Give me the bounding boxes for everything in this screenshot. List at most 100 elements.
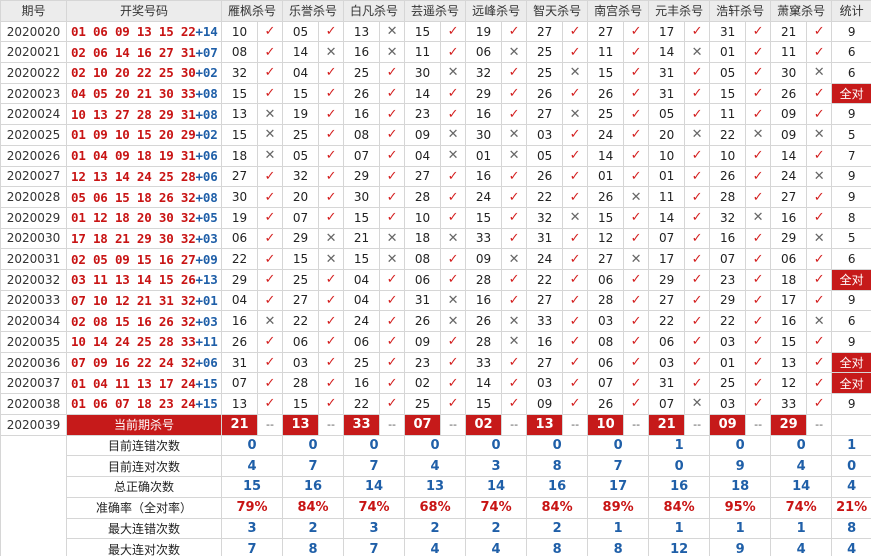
kill-number: 14 bbox=[587, 144, 625, 167]
check-icon: ✓ bbox=[379, 351, 406, 374]
check-icon: ✓ bbox=[806, 41, 833, 64]
kill-number: 13 bbox=[221, 393, 258, 415]
kill-number: 29 bbox=[343, 165, 381, 188]
stats-value: 4 bbox=[404, 455, 467, 478]
stats-value: 1 bbox=[587, 517, 650, 540]
stats-value: 2 bbox=[526, 517, 589, 540]
check-icon: ✓ bbox=[440, 331, 467, 353]
table-row: 2020038 01 06 07 18 23 24+15 13 ✓ 15 ✓ 22 ✓ 25 ✓ 1… bbox=[0, 393, 871, 415]
table-row: 2020025 01 09 10 15 20 29+02 15 ✕ 25 ✓ 08 ✓ 09 ✕ 3… bbox=[0, 124, 871, 146]
kill-number: 25 bbox=[343, 351, 381, 374]
stats-value: 3 bbox=[343, 517, 406, 540]
stats-spacer bbox=[0, 476, 67, 498]
kill-number: 03 bbox=[709, 393, 747, 415]
cross-icon: ✕ bbox=[806, 165, 833, 188]
blue-ball: +14 bbox=[195, 24, 218, 40]
red-balls: 03 11 13 14 15 26 bbox=[71, 272, 196, 288]
check-icon: ✓ bbox=[684, 268, 711, 291]
cross-icon: ✕ bbox=[256, 103, 284, 126]
kill-number: 30 bbox=[465, 124, 503, 146]
stats-value: 0 bbox=[709, 434, 772, 457]
kill-number: 25 bbox=[282, 268, 320, 291]
kill-number: 05 bbox=[526, 144, 564, 167]
kill-number: 03 bbox=[587, 310, 625, 332]
header-expert: 乐誉杀号 bbox=[282, 0, 345, 22]
check-icon: ✓ bbox=[379, 289, 406, 312]
stats-value: 2 bbox=[465, 517, 528, 540]
stats-value: 89% bbox=[587, 496, 650, 519]
issue-number: 2020029 bbox=[0, 206, 67, 229]
check-icon: ✓ bbox=[501, 351, 528, 374]
header-issue: 期号 bbox=[0, 0, 67, 22]
check-icon: ✓ bbox=[623, 289, 650, 312]
kill-number: 07 bbox=[648, 227, 686, 250]
blue-ball: +08 bbox=[195, 189, 218, 205]
winning-numbers: 03 11 13 14 15 26+13 bbox=[66, 268, 222, 291]
stats-value: 84% bbox=[526, 496, 589, 519]
table-row: 2020033 07 10 12 21 31 32+01 04 ✓ 27 ✓ 04 ✓ 31 ✕ 1… bbox=[0, 289, 871, 312]
stats-value: 0 bbox=[220, 434, 284, 457]
check-icon: ✓ bbox=[256, 62, 284, 84]
issue-number: 2020032 bbox=[0, 268, 67, 291]
cross-icon: ✕ bbox=[256, 310, 284, 332]
check-icon: ✓ bbox=[806, 331, 833, 353]
kill-number: 25 bbox=[587, 103, 625, 126]
check-icon: ✓ bbox=[562, 82, 589, 105]
issue-number: 2020023 bbox=[0, 82, 67, 105]
winning-numbers: 17 18 21 29 30 32+03 bbox=[66, 227, 222, 250]
cross-icon: ✕ bbox=[501, 144, 528, 167]
kill-number: 25 bbox=[343, 62, 381, 84]
check-icon: ✓ bbox=[318, 372, 345, 395]
kill-number: 20 bbox=[282, 186, 320, 208]
issue-number: 2020035 bbox=[0, 331, 67, 353]
kill-number: 31 bbox=[221, 351, 258, 374]
kill-number: 01 bbox=[648, 165, 686, 188]
cross-icon: ✕ bbox=[806, 227, 833, 250]
kill-number: 15 bbox=[465, 393, 503, 415]
stats-row: 总正确次数 15 16 14 13 14 16 17 16 18 14 4 bbox=[0, 476, 871, 498]
stats-value: 0 bbox=[404, 434, 467, 457]
kill-number: 05 bbox=[648, 103, 686, 126]
current-kill-number: 07 bbox=[404, 413, 442, 436]
header-expert: 元丰杀号 bbox=[648, 0, 711, 22]
check-icon: ✓ bbox=[562, 289, 589, 312]
row-total: 6 bbox=[831, 248, 871, 270]
cross-icon: ✕ bbox=[440, 289, 467, 312]
kill-number: 32 bbox=[526, 206, 564, 229]
kill-number: 07 bbox=[343, 144, 381, 167]
stats-label: 目前连错次数 bbox=[66, 434, 222, 457]
check-icon: ✓ bbox=[623, 41, 650, 64]
kill-number: 22 bbox=[343, 393, 381, 415]
stats-value: 7 bbox=[220, 538, 284, 556]
check-icon: ✓ bbox=[379, 186, 406, 208]
kill-number: 31 bbox=[648, 82, 686, 105]
kill-number: 18 bbox=[770, 268, 808, 291]
stats-value: 84% bbox=[648, 496, 711, 519]
blue-ball: +08 bbox=[195, 86, 218, 102]
check-icon: ✓ bbox=[562, 144, 589, 167]
stats-row: 最大连错次数 3 2 3 2 2 2 1 1 1 1 8 bbox=[0, 517, 871, 540]
table-row: 2020030 17 18 21 29 30 32+03 06 ✓ 29 ✕ 21 ✕ 18 ✕ 3… bbox=[0, 227, 871, 250]
kill-number: 08 bbox=[343, 124, 381, 146]
kill-number: 26 bbox=[770, 82, 808, 105]
check-icon: ✓ bbox=[318, 351, 345, 374]
red-balls: 02 08 15 16 26 32 bbox=[71, 313, 196, 329]
red-balls: 01 04 11 13 17 24 bbox=[71, 375, 196, 391]
kill-number: 05 bbox=[282, 20, 320, 43]
blue-ball: +02 bbox=[195, 127, 218, 143]
issue-number: 2020033 bbox=[0, 289, 67, 312]
winning-numbers: 10 13 27 28 29 31+08 bbox=[66, 103, 222, 126]
check-icon: ✓ bbox=[684, 82, 711, 105]
stats-value: 1 bbox=[709, 517, 772, 540]
check-icon: ✓ bbox=[318, 310, 345, 332]
kill-number: 16 bbox=[709, 227, 747, 250]
kill-number: 05 bbox=[282, 144, 320, 167]
check-icon: ✓ bbox=[379, 165, 406, 188]
kill-number: 04 bbox=[404, 144, 442, 167]
kill-number: 15 bbox=[282, 393, 320, 415]
kill-number: 09 bbox=[526, 393, 564, 415]
check-icon: ✓ bbox=[623, 124, 650, 146]
table-row: 2020020 01 06 09 13 15 22+14 10 ✓ 05 ✓ 13 ✕ 15 ✓ 1… bbox=[0, 20, 871, 43]
kill-number: 26 bbox=[587, 393, 625, 415]
kill-number: 12 bbox=[587, 227, 625, 250]
